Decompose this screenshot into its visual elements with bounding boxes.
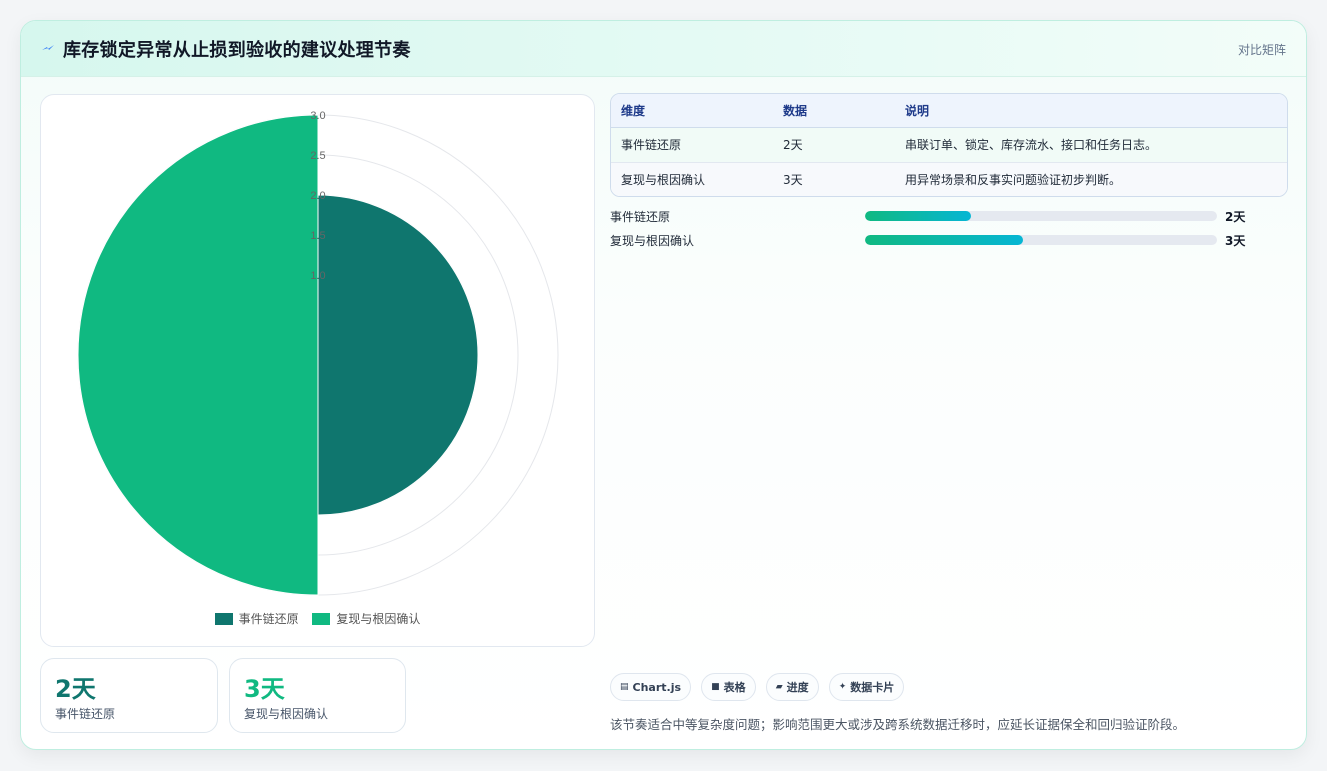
progress-row: 事件链还原 2天 [610, 206, 1270, 226]
progress-label: 复现与根因确认 [610, 234, 695, 248]
chart-slice-1[interactable] [317, 194, 479, 516]
legend-swatch [214, 612, 233, 625]
progress-track [865, 211, 1217, 221]
stat-value: 2天 [55, 675, 96, 703]
table-cell: 2天 [773, 127, 895, 163]
stat-label: 事件链还原 [55, 707, 116, 721]
progress-row: 复现与根因确认 3天 [610, 230, 1270, 250]
legend-swatch [312, 612, 331, 625]
table-cell: 3天 [773, 162, 895, 196]
polar-chart: 1.0 1.5 2.0 2.5 3.0 事件链还原 复现与根因确认 [40, 94, 595, 647]
chip-label: 数据卡片 [850, 681, 895, 694]
column-header: 说明 [895, 94, 1287, 128]
polar-chart-svg: 1.0 1.5 2.0 2.5 3.0 [77, 110, 559, 596]
progress-icon: ▰ [775, 682, 783, 692]
feature-chips: ▤ Chart.js ■ 表格 ▰ 进度 ✦ 数据卡片 [610, 673, 909, 701]
chart-legend: 事件链还原 复现与根因确认 [41, 610, 594, 628]
table-row: 复现与根因确认 3天 用异常场景和反事实问题验证初步判断。 [611, 162, 1287, 196]
progress-track [865, 235, 1217, 245]
r-tick-label: 1.5 [310, 230, 325, 242]
chip-label: Chart.js [632, 680, 682, 694]
footer-note: 该节奏适合中等复杂度问题；影响范围更大或涉及跨系统数据迁移时，应延长证据保全和回… [610, 717, 1186, 732]
chart-icon: ▤ [620, 682, 629, 692]
r-tick-label: 2.5 [310, 150, 325, 162]
header-tag: 对比矩阵 [1237, 43, 1286, 57]
table-header-row: 维度 数据 说明 [611, 94, 1287, 128]
stat-label: 复现与根因确认 [244, 707, 329, 721]
bolt-icon [42, 45, 54, 50]
chip-data-cards[interactable]: ✦ 数据卡片 [828, 673, 905, 701]
legend-label: 事件链还原 [238, 612, 299, 626]
chart-slice-2[interactable] [77, 114, 319, 596]
r-tick-label: 1.0 [310, 270, 325, 282]
progress-value: 3天 [1225, 234, 1246, 248]
r-tick-label: 2.0 [310, 190, 325, 202]
table-cell: 串联订单、锁定、库存流水、接口和任务日志。 [895, 127, 1287, 163]
table-icon: ■ [711, 682, 720, 692]
progress-label: 事件链还原 [610, 210, 671, 224]
stat-card: 3天 复现与根因确认 [229, 658, 406, 733]
r-tick-label: 3.0 [310, 110, 325, 122]
table-row: 事件链还原 2天 串联订单、锁定、库存流水、接口和任务日志。 [611, 127, 1287, 163]
sparkle-icon: ✦ [838, 682, 847, 692]
legend-item[interactable]: 事件链还原 [214, 610, 299, 627]
chip-progress[interactable]: ▰ 进度 [765, 673, 819, 701]
table-cell: 用异常场景和反事实问题验证初步判断。 [895, 162, 1287, 196]
progress-fill [865, 235, 1024, 245]
progress-value: 2天 [1225, 210, 1246, 224]
chip-label: 表格 [723, 681, 746, 694]
legend-label: 复现与根因确认 [336, 612, 421, 626]
table-cell: 复现与根因确认 [611, 162, 773, 196]
page-title: 库存锁定异常从止损到验收的建议处理节奏 [63, 40, 411, 61]
column-header: 维度 [611, 94, 773, 128]
chip-chartjs[interactable]: ▤ Chart.js [610, 673, 692, 701]
card-header: 库存锁定异常从止损到验收的建议处理节奏 对比矩阵 [21, 21, 1306, 77]
chip-label: 进度 [786, 681, 809, 694]
progress-fill [865, 211, 971, 221]
legend-item[interactable]: 复现与根因确认 [312, 610, 420, 627]
column-header: 数据 [773, 94, 895, 128]
table-cell: 事件链还原 [611, 127, 773, 163]
data-table: 维度 数据 说明 事件链还原 2天 串联订单、锁定、库存流水、接口和任务日志。 … [610, 93, 1288, 197]
stat-value: 3天 [244, 675, 285, 703]
main-card: 库存锁定异常从止损到验收的建议处理节奏 对比矩阵 1.0 1.5 2.0 2.5 3.0… [20, 20, 1307, 750]
chip-table[interactable]: ■ 表格 [701, 673, 756, 701]
stat-card: 2天 事件链还原 [40, 658, 218, 733]
